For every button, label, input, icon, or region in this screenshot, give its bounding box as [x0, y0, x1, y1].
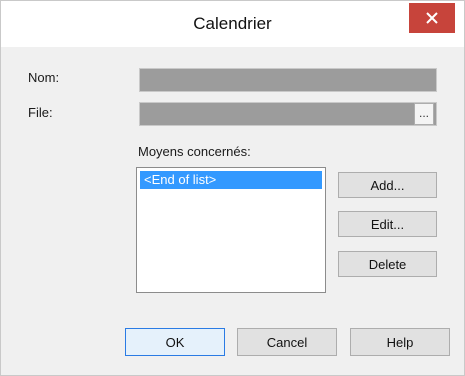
list-item[interactable]: <End of list> — [140, 171, 322, 189]
cancel-button[interactable]: Cancel — [237, 328, 337, 356]
close-icon — [426, 12, 438, 24]
delete-button[interactable]: Delete — [338, 251, 437, 277]
ok-button[interactable]: OK — [125, 328, 225, 356]
close-button[interactable] — [409, 3, 455, 33]
nom-field[interactable] — [139, 68, 437, 92]
browse-button[interactable]: ... — [414, 103, 434, 125]
help-button[interactable]: Help — [350, 328, 450, 356]
file-field[interactable] — [139, 102, 437, 126]
moyens-listbox[interactable]: <End of list> — [136, 167, 326, 293]
edit-button[interactable]: Edit... — [338, 211, 437, 237]
title-bar: Calendrier — [1, 1, 464, 47]
moyens-concernes-label: Moyens concernés: — [138, 144, 251, 159]
calendrier-dialog: Calendrier Nom: File: ... Moyens concern… — [0, 0, 465, 376]
dialog-title: Calendrier — [193, 14, 272, 33]
nom-label: Nom: — [28, 70, 60, 85]
file-label: File: — [28, 105, 53, 120]
add-button[interactable]: Add... — [338, 172, 437, 198]
